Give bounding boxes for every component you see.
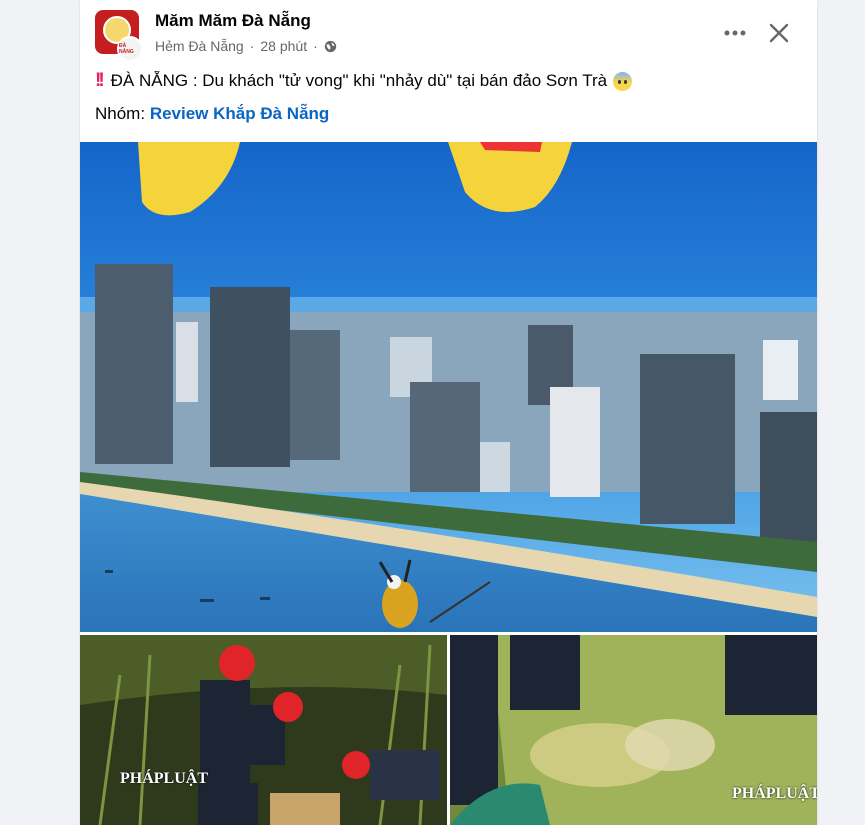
post-photo-rescue-right[interactable]: PHÁPLUẬT [450, 635, 817, 825]
page-avatar[interactable]: ĐÀ NẴNG [95, 10, 143, 62]
close-icon [769, 23, 789, 43]
meta-separator-2: · [313, 38, 318, 54]
post-time[interactable]: 28 phút [260, 38, 307, 54]
post-text: !! ĐÀ NẴNG : Du khách "tử vong" khi "nhả… [95, 70, 633, 92]
anxious-face-icon [613, 71, 633, 91]
group-prefix: Nhóm: [95, 104, 146, 123]
meta-separator: · [249, 38, 255, 54]
group-avatar[interactable]: ĐÀ NẴNG [117, 36, 143, 62]
globe-icon[interactable] [324, 40, 337, 53]
post-photo-rescue-left[interactable]: PHÁPLUẬT [80, 635, 447, 825]
close-button[interactable] [763, 17, 795, 49]
group-link[interactable]: Review Khắp Đà Nẵng [150, 104, 330, 123]
post-text-content: ĐÀ NẴNG : Du khách "tử vong" khi "nhảy d… [110, 71, 608, 90]
more-dots-icon [724, 30, 746, 36]
post-photo-main[interactable] [80, 142, 817, 632]
post-card: ĐÀ NẴNG Măm Măm Đà Nẵng Hẻm Đà Nẵng · 28… [80, 0, 817, 825]
double-exclamation-icon: !! [95, 70, 105, 91]
post-meta: Hẻm Đà Nẵng · 28 phút · [155, 38, 337, 54]
page-name[interactable]: Măm Măm Đà Nẵng [155, 11, 311, 31]
rescue-team-image [80, 635, 447, 825]
watermark-right: PHÁPLUẬT [732, 785, 817, 802]
paragliding-city-image [80, 142, 817, 632]
post-location[interactable]: Hẻm Đà Nẵng [155, 38, 244, 54]
watermark-left: PHÁPLUẬT [120, 770, 208, 787]
more-options-button[interactable] [720, 18, 750, 48]
group-line: Nhóm: Review Khắp Đà Nẵng [95, 104, 329, 124]
group-avatar-text: ĐÀ NẴNG [119, 43, 134, 55]
